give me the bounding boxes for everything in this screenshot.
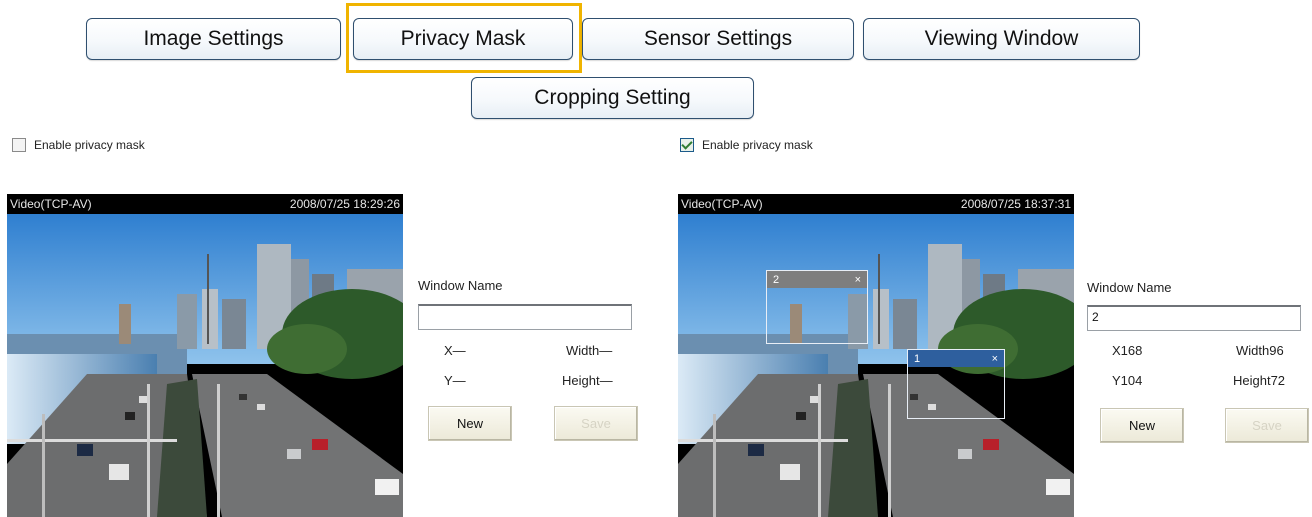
close-icon[interactable]: × (855, 274, 861, 286)
privacy-mask-panel-enabled: Enable privacy mask Video(TCP-AV) 2008/0… (662, 130, 1312, 517)
enable-privacy-mask-checkbox[interactable] (680, 138, 694, 152)
width-text: Width— (566, 343, 613, 358)
privacy-mask-panel-disabled: Enable privacy mask Video(TCP-AV) 2008/0… (0, 130, 650, 517)
height-text: Height— (562, 373, 613, 388)
save-mask-button[interactable]: Save (554, 406, 638, 441)
mask-window-1-label: 1 (914, 352, 921, 365)
mask-window-2-label: 2 (773, 273, 780, 286)
tab-image-settings[interactable]: Image Settings (86, 18, 341, 60)
window-name-label: Window Name (1087, 280, 1172, 295)
privacy-mask-window-1[interactable]: 1 × (907, 349, 1005, 419)
enable-privacy-mask-label: Enable privacy mask (702, 138, 813, 152)
y-coordinate-text: Y— (444, 373, 466, 388)
save-mask-button[interactable]: Save (1225, 408, 1309, 443)
window-name-input[interactable] (418, 304, 632, 330)
video-source-label: Video(TCP-AV) (681, 197, 763, 211)
tab-viewing-window[interactable]: Viewing Window (863, 18, 1140, 60)
window-name-label: Window Name (418, 278, 503, 293)
video-timestamp: 2008/07/25 18:29:26 (289, 197, 400, 211)
window-name-input[interactable]: 2 (1087, 305, 1301, 331)
video-timestamp: 2008/07/25 18:37:31 (960, 197, 1071, 211)
new-mask-button[interactable]: New (1100, 408, 1184, 443)
x-coordinate-text: X168 (1112, 343, 1143, 358)
y-coordinate-text: Y104 (1112, 373, 1143, 388)
camera-scene-image (678, 214, 1074, 517)
camera-scene-image (7, 214, 403, 517)
enable-privacy-mask-row[interactable]: Enable privacy mask (12, 138, 145, 152)
video-preview: Video(TCP-AV) 2008/07/25 18:37:31 2 × 1 … (678, 194, 1074, 517)
width-text: Width96 (1236, 343, 1284, 358)
new-mask-button[interactable]: New (428, 406, 512, 441)
video-caption-bar: Video(TCP-AV) 2008/07/25 18:29:26 (7, 194, 403, 214)
mask-window-1-titlebar[interactable]: 1 × (908, 350, 1004, 367)
enable-privacy-mask-row[interactable]: Enable privacy mask (680, 138, 813, 152)
enable-privacy-mask-label: Enable privacy mask (34, 138, 145, 152)
height-text: Height72 (1233, 373, 1286, 388)
video-caption-bar: Video(TCP-AV) 2008/07/25 18:37:31 (678, 194, 1074, 214)
video-source-label: Video(TCP-AV) (10, 197, 92, 211)
close-icon[interactable]: × (992, 353, 998, 365)
tab-privacy-mask[interactable]: Privacy Mask (353, 18, 573, 60)
privacy-mask-window-2[interactable]: 2 × (766, 270, 868, 344)
mask-window-2-titlebar[interactable]: 2 × (767, 271, 867, 288)
x-coordinate-text: X— (444, 343, 466, 358)
tab-sensor-settings[interactable]: Sensor Settings (582, 18, 854, 60)
tab-cropping-setting[interactable]: Cropping Setting (471, 77, 754, 119)
video-preview: Video(TCP-AV) 2008/07/25 18:29:26 (7, 194, 403, 517)
enable-privacy-mask-checkbox[interactable] (12, 138, 26, 152)
